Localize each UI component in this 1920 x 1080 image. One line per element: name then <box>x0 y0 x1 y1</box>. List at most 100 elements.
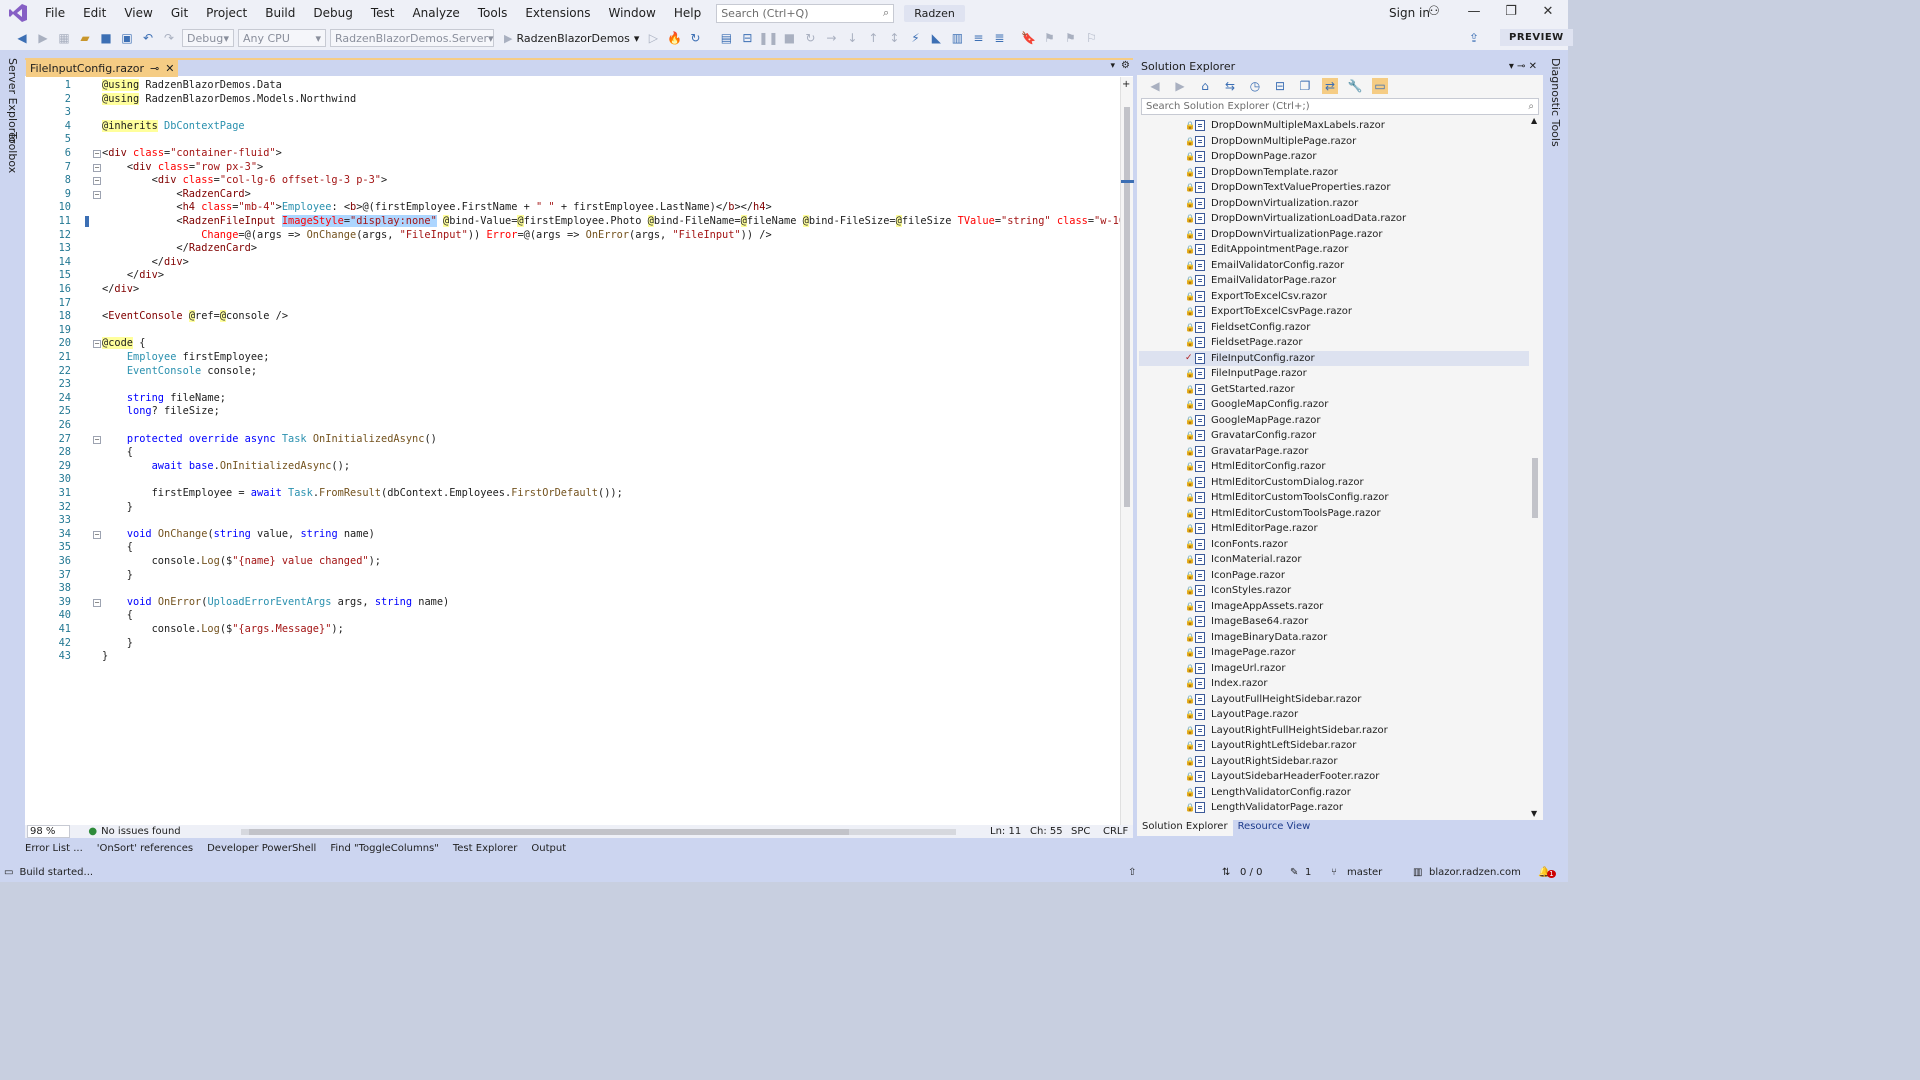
editor-vertical-scrollbar[interactable]: + <box>1120 77 1134 825</box>
split-icon[interactable]: + <box>1122 79 1130 90</box>
save-all-icon[interactable]: ▣ <box>119 30 135 46</box>
hscroll-thumb[interactable] <box>248 828 849 835</box>
solution-file-item[interactable]: 🔒 GoogleMapConfig.razor <box>1139 397 1529 413</box>
history-icon[interactable]: ◷ <box>1247 78 1263 94</box>
code-line[interactable]: 33 <box>25 514 1120 528</box>
solution-file-item[interactable]: 🔒 DropDownVirtualizationPage.razor <box>1139 227 1529 243</box>
code-line[interactable]: 23 <box>25 378 1120 392</box>
solution-file-item[interactable]: 🔒 EmailValidatorConfig.razor <box>1139 258 1529 274</box>
code-line[interactable]: 8 − <div class="col-lg-6 offset-lg-3 p-3"… <box>25 174 1120 188</box>
code-line[interactable]: 14 </div> <box>25 256 1120 270</box>
back-icon[interactable]: ◀ <box>14 30 30 46</box>
solution-file-item[interactable]: 🔒 DropDownTextValueProperties.razor <box>1139 180 1529 196</box>
code-line[interactable]: 20 − @code { <box>25 337 1120 351</box>
code-line[interactable]: 5 <box>25 133 1120 147</box>
step-icon[interactable]: ↕ <box>886 30 902 46</box>
minimize-icon[interactable]: — <box>1462 4 1486 19</box>
tab-resource-view[interactable]: Resource View <box>1233 820 1316 836</box>
tab-test-explorer[interactable]: Test Explorer <box>453 843 518 854</box>
home-icon[interactable]: ⌂ <box>1197 78 1213 94</box>
solution-file-item[interactable]: 🔒 ImagePage.razor <box>1139 645 1529 661</box>
sync-icon[interactable]: ⇄ <box>1322 78 1338 94</box>
code-line[interactable]: 29 await base.OnInitializedAsync(); <box>25 460 1120 474</box>
bookmark-icon[interactable]: 🔖 <box>1020 30 1036 46</box>
pause-icon[interactable]: ❚❚ <box>758 30 778 46</box>
redo-icon[interactable]: ↷ <box>161 30 177 46</box>
solution-file-item[interactable]: 🔒 EditAppointmentPage.razor <box>1139 242 1529 258</box>
solution-tree-scrollbar[interactable]: ▲ ▼ <box>1529 116 1541 818</box>
startup-project-dropdown[interactable]: RadzenBlazorDemos.Server ▾ <box>330 29 494 47</box>
menu-project[interactable]: Project <box>197 0 256 26</box>
solution-file-item[interactable]: 🔒 HtmlEditorPage.razor <box>1139 521 1529 537</box>
solution-file-item[interactable]: 🔒 LayoutRightLeftSidebar.razor <box>1139 738 1529 754</box>
browser-link-icon[interactable]: ▤ <box>718 30 734 46</box>
save-icon[interactable]: ■ <box>98 30 114 46</box>
code-line[interactable]: 6 − <div class="container-fluid"> <box>25 147 1120 161</box>
solution-file-item[interactable]: 🔒 DropDownVirtualization.razor <box>1139 196 1529 212</box>
sync-status[interactable]: 0 / 0 <box>1240 867 1262 878</box>
live-share-icon[interactable]: ⇪ <box>1466 30 1482 46</box>
solution-file-item[interactable]: 🔒 LengthValidatorPage.razor <box>1139 800 1529 816</box>
code-line[interactable]: 34 − void OnChange(string value, string n… <box>25 528 1120 542</box>
tab-error-list[interactable]: Error List ... <box>25 843 83 854</box>
solution-file-item[interactable]: 🔒 FieldsetConfig.razor <box>1139 320 1529 336</box>
solution-file-item[interactable]: 🔒 ImageUrl.razor <box>1139 661 1529 677</box>
platform-dropdown[interactable]: Any CPU ▾ <box>238 29 326 47</box>
refresh-icon[interactable]: ↻ <box>687 30 703 46</box>
menu-analyze[interactable]: Analyze <box>403 0 468 26</box>
code-line[interactable]: 36 console.Log($"{name} value changed"); <box>25 555 1120 569</box>
switch-views-icon[interactable]: ⇆ <box>1222 78 1238 94</box>
show-all-files-icon[interactable]: ❐ <box>1297 78 1313 94</box>
code-line[interactable]: 30 <box>25 473 1120 487</box>
step-into-icon[interactable]: ↓ <box>844 30 860 46</box>
whitespace-indicator[interactable]: SPC <box>1071 826 1090 837</box>
toolbox-tab[interactable]: Toolbox <box>6 132 19 173</box>
solution-file-item[interactable]: 🔒 IconMaterial.razor <box>1139 552 1529 568</box>
server-explorer-tab[interactable]: Server Explorer <box>6 58 19 143</box>
preview-button[interactable]: PREVIEW <box>1500 29 1573 46</box>
prev-bookmark-icon[interactable]: ⚑ <box>1041 30 1057 46</box>
fold-toggle-icon[interactable]: − <box>93 190 101 199</box>
fold-toggle-icon[interactable]: − <box>93 163 101 172</box>
solution-file-item[interactable]: 🔒 IconFonts.razor <box>1139 537 1529 553</box>
fold-toggle-icon[interactable]: − <box>93 435 101 444</box>
code-line[interactable]: 15 </div> <box>25 269 1120 283</box>
solution-file-item[interactable]: 🔒 IconPage.razor <box>1139 568 1529 584</box>
code-line[interactable]: 4 @inherits DbContextPage <box>25 119 1120 134</box>
solution-file-item[interactable]: 🔒 Index.razor <box>1139 676 1529 692</box>
code-line[interactable]: 17 <box>25 297 1120 311</box>
solution-file-item[interactable]: 🔒 ImageAppAssets.razor <box>1139 599 1529 615</box>
menu-test[interactable]: Test <box>362 0 404 26</box>
properties-icon[interactable]: 🔧 <box>1347 78 1363 94</box>
diagnostic-tools-tab[interactable]: Diagnostic Tools <box>1549 58 1562 147</box>
solution-file-item[interactable]: 🔒 FieldsetPage.razor <box>1139 335 1529 351</box>
menu-build[interactable]: Build <box>256 0 304 26</box>
step-over-icon[interactable]: → <box>823 30 839 46</box>
settings-icon[interactable]: ⚙ <box>1121 60 1130 71</box>
comment-icon[interactable]: ≡ <box>970 30 986 46</box>
code-text-area[interactable]: 1 @using RadzenBlazorDemos.Data 2 @using Ra… <box>25 77 1120 825</box>
menu-debug[interactable]: Debug <box>304 0 361 26</box>
solution-file-item[interactable]: 🔒 LayoutSidebarHeaderFooter.razor <box>1139 769 1529 785</box>
code-line[interactable]: 11 <RadzenFileInput ImageStyle="display:… <box>25 215 1120 229</box>
account-icon[interactable]: ⚇ <box>1422 4 1446 19</box>
repository-icon[interactable]: ▥ <box>1413 867 1422 878</box>
close-tab-icon[interactable]: ✕ <box>165 62 174 75</box>
stop-icon[interactable]: ■ <box>781 30 797 46</box>
tab-developer-powershell[interactable]: Developer PowerShell <box>207 843 316 854</box>
tab-output[interactable]: Output <box>531 843 566 854</box>
solution-file-item[interactable]: 🔒 ImageBinaryData.razor <box>1139 630 1529 646</box>
code-line[interactable]: 38 <box>25 582 1120 596</box>
solution-explorer-search[interactable]: Search Solution Explorer (Ctrl+;) ⌕ <box>1141 98 1539 115</box>
undo-icon[interactable]: ↶ <box>140 30 156 46</box>
line-indicator[interactable]: Ln: 11 <box>990 826 1021 837</box>
solution-file-item[interactable]: 🔒 ExportToExcelCsvPage.razor <box>1139 304 1529 320</box>
solution-file-item[interactable]: 🔒 DropDownMultiplePage.razor <box>1139 134 1529 150</box>
collapse-all-icon[interactable]: ⊟ <box>1272 78 1288 94</box>
panel-window-icons[interactable]: ▾ ⊸ ✕ <box>1509 61 1537 72</box>
horizontal-scrollbar[interactable] <box>240 828 956 835</box>
menu-help[interactable]: Help <box>665 0 710 26</box>
code-line[interactable]: 16 </div> <box>25 283 1120 297</box>
code-line[interactable]: 3 <box>25 106 1120 120</box>
solution-file-item[interactable]: 🔒 HtmlEditorCustomDialog.razor <box>1139 475 1529 491</box>
